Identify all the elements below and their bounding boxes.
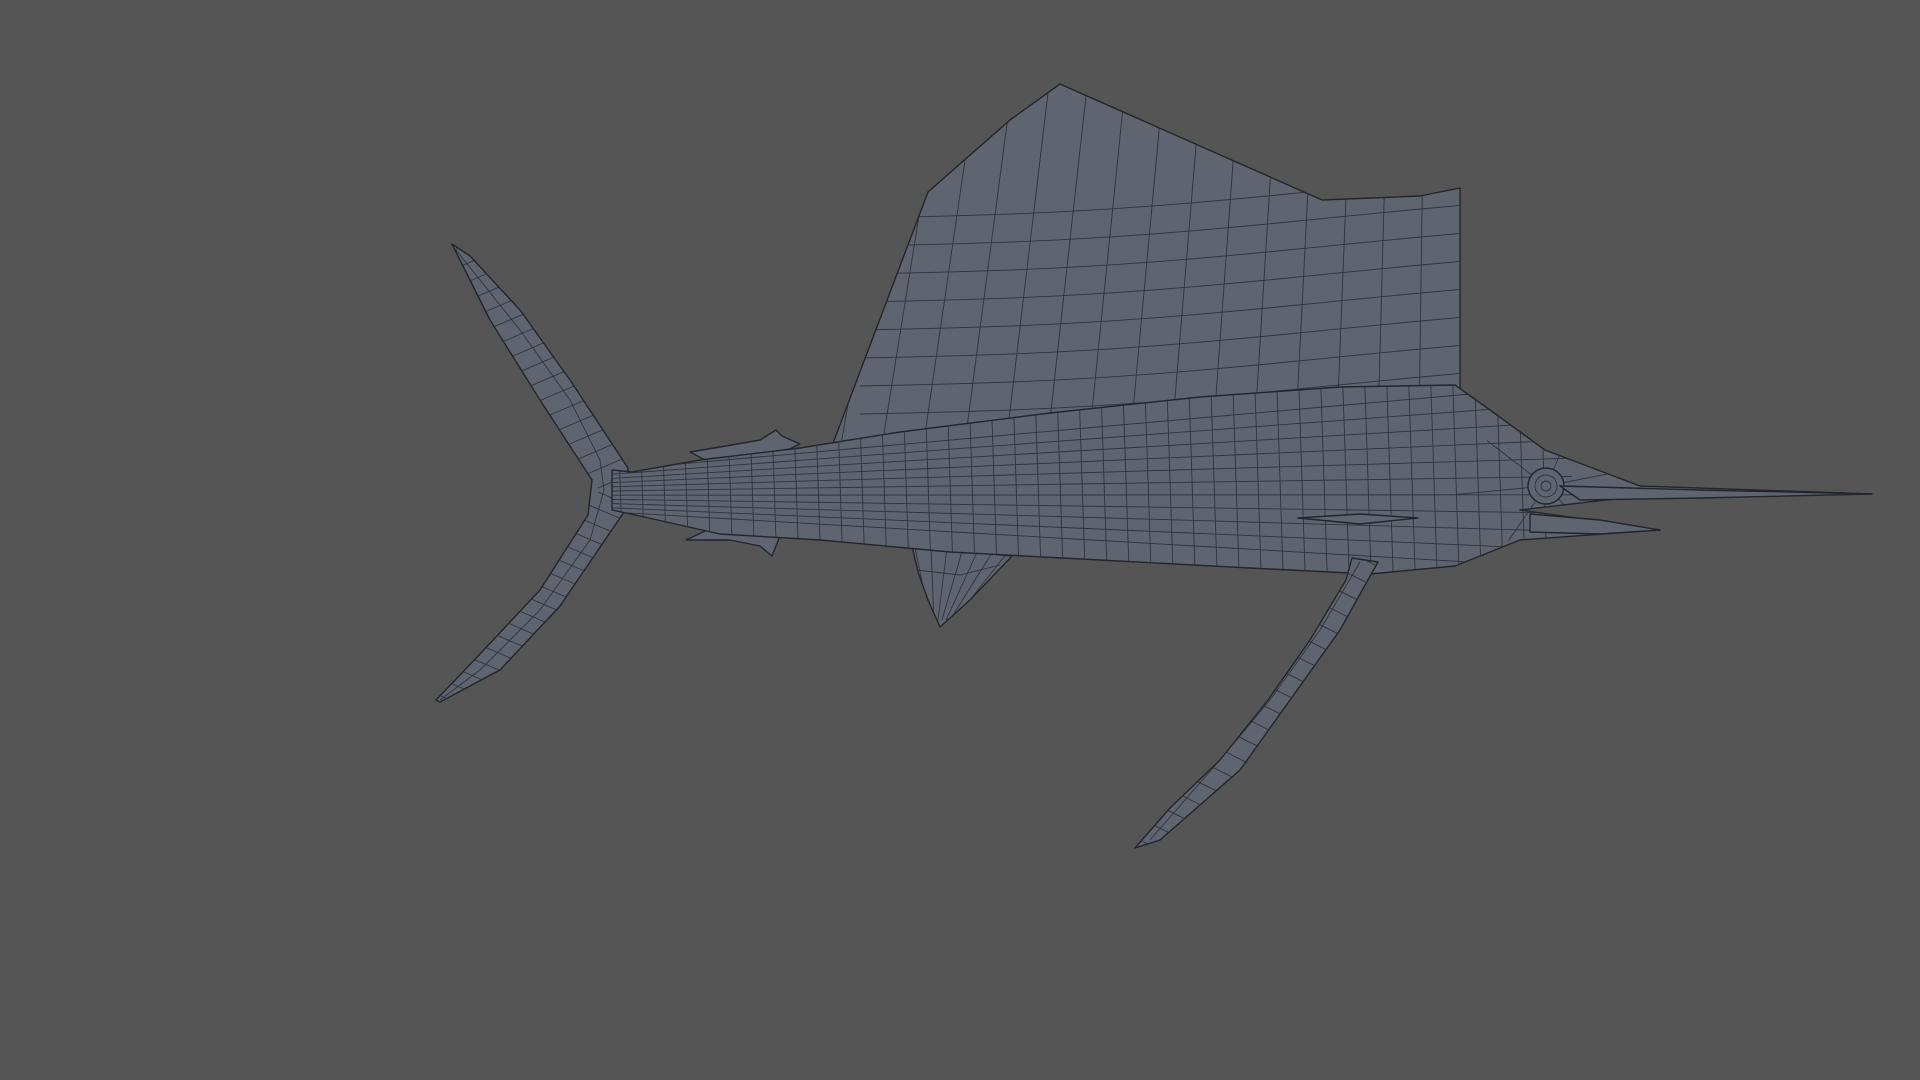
viewport-canvas[interactable] [0,0,1920,1080]
sailfish-model[interactable] [408,82,1873,860]
body-mesh[interactable] [611,360,1873,600]
lower-jaw[interactable] [1529,513,1661,535]
pectoral-fin[interactable] [1120,545,1395,860]
3d-viewport[interactable] [0,0,1920,1080]
eye-mesh[interactable] [1527,467,1565,505]
pelvic-fin[interactable] [911,545,1013,628]
